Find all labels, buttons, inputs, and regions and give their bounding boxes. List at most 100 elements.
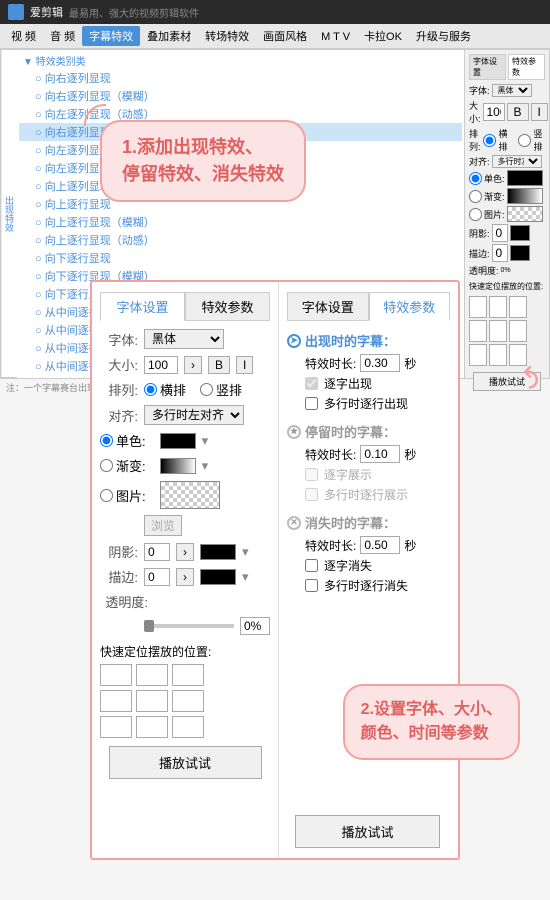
align-sm[interactable]: 多行时左对齐 — [492, 155, 542, 168]
pos-tr[interactable] — [172, 664, 204, 686]
font-select-sm[interactable]: 黑体 — [492, 84, 532, 97]
effect-item[interactable]: 向右逐列显现（模糊） — [19, 87, 462, 105]
pos-tl[interactable] — [100, 664, 132, 686]
callout-2: 2.设置字体、大小、 颜色、时间等参数 — [343, 684, 520, 760]
menu-0[interactable]: 视 频 — [4, 26, 43, 46]
appear-line-checkbox[interactable] — [305, 397, 318, 410]
solid-color-swatch[interactable] — [160, 433, 196, 449]
pos-mr[interactable] — [172, 690, 204, 712]
disappear-char-checkbox[interactable] — [305, 559, 318, 572]
gradient-swatch[interactable] — [160, 458, 196, 474]
color-image-radio[interactable] — [100, 489, 113, 502]
stay-duration-input[interactable] — [360, 445, 400, 463]
right-properties-panel: 字体设置 特效参数 字体:黑体 大小:BI 排列:横排竖排 对齐:多行时左对齐 … — [464, 50, 549, 378]
menu-4[interactable]: 转场特效 — [198, 26, 256, 46]
outline-input[interactable] — [144, 568, 170, 586]
outline-color-swatch[interactable] — [200, 569, 236, 585]
title-bar: 爱剪辑 最易用、强大的视频剪辑软件 — [0, 0, 550, 24]
shadow-input[interactable] — [144, 543, 170, 561]
app-tagline: 最易用、强大的视频剪辑软件 — [69, 5, 199, 20]
image-swatch[interactable] — [160, 481, 220, 509]
appear-icon: ➤ — [287, 334, 301, 348]
grad-swatch-sm[interactable] — [507, 188, 543, 204]
appear-title: 出现时的字幕： — [305, 331, 396, 350]
menu-2[interactable]: 字幕特效 — [82, 26, 140, 46]
bold-button[interactable]: B — [208, 356, 230, 374]
app-logo-icon — [8, 4, 24, 20]
menu-7[interactable]: 卡拉OK — [357, 26, 409, 46]
opacity-slider[interactable] — [144, 624, 234, 628]
size-input-sm[interactable] — [483, 103, 505, 121]
effect-params-column: 字体设置 特效参数 ➤出现时的字幕： 特效时长:秒 逐字出现 多行时逐行出现 ★… — [278, 282, 458, 858]
play-preview-button-right[interactable]: 播放试试 — [295, 815, 440, 848]
arrange-vertical[interactable] — [200, 383, 213, 396]
bold-sm[interactable]: B — [507, 103, 529, 121]
side-tab-1[interactable]: 停留特效 — [0, 50, 2, 378]
shadow-sw-sm[interactable] — [510, 225, 530, 241]
outline-sw-sm[interactable] — [510, 245, 530, 261]
italic-sm[interactable]: I — [531, 103, 548, 121]
menu-3[interactable]: 叠加素材 — [140, 26, 198, 46]
effect-category-tabs: 出现特效停留特效消失特效 — [1, 50, 17, 378]
appear-duration-input[interactable] — [360, 354, 400, 372]
solid-swatch-sm[interactable] — [507, 170, 543, 186]
pos-label-sm: 快速定位摆放的位置: — [469, 281, 545, 292]
pos-tc[interactable] — [136, 664, 168, 686]
italic-button[interactable]: I — [236, 356, 253, 374]
img-swatch-sm[interactable] — [507, 206, 543, 222]
stay-icon: ★ — [287, 425, 301, 439]
pos-ml[interactable] — [100, 690, 132, 712]
size-input[interactable] — [144, 356, 178, 374]
grad-sm[interactable] — [469, 190, 482, 203]
stay-char-checkbox — [305, 468, 318, 481]
solid-sm[interactable] — [469, 172, 482, 185]
tab-effect-params[interactable]: 特效参数 — [185, 292, 270, 321]
tab-font-settings[interactable]: 字体设置 — [100, 292, 185, 321]
arrange-v-sm[interactable] — [518, 134, 531, 147]
opacity-value[interactable] — [240, 617, 270, 635]
arrow-icon: ↶ — [510, 365, 545, 390]
pos-br[interactable] — [172, 716, 204, 738]
tab-effect-params-2[interactable]: 特效参数 — [369, 292, 451, 321]
shadow-color-swatch[interactable] — [200, 544, 236, 560]
font-select[interactable]: 黑体 — [144, 329, 224, 349]
disappear-duration-input[interactable] — [360, 536, 400, 554]
tab-font-settings-sm[interactable]: 字体设置 — [469, 54, 506, 80]
callout-1: 1.添加出现特效、 停留特效、消失特效 — [100, 120, 306, 202]
arrange-horizontal[interactable] — [144, 383, 157, 396]
tab-effect-params-sm[interactable]: 特效参数 — [508, 54, 545, 80]
disappear-title: 消失时的字幕： — [305, 513, 396, 532]
appear-char-checkbox[interactable] — [305, 377, 318, 390]
menu-6[interactable]: M T V — [314, 29, 357, 45]
disappear-icon: ✕ — [287, 516, 301, 530]
effect-group[interactable]: ▼ 特效类别类 — [19, 52, 462, 69]
settings-panel: 字体设置 特效参数 字体:黑体 大小:› BI 排列:横排竖排 对齐:多行时左对… — [90, 280, 460, 860]
size-spinner[interactable]: › — [184, 356, 202, 374]
effect-item[interactable]: 向右逐列显现 — [19, 69, 462, 87]
arrange-h-sm[interactable] — [483, 134, 496, 147]
color-solid-radio[interactable] — [100, 434, 113, 447]
play-preview-button-left[interactable]: 播放试试 — [109, 746, 262, 779]
menu-1[interactable]: 音 频 — [43, 26, 82, 46]
outline-sm[interactable] — [492, 244, 508, 262]
color-gradient-radio[interactable] — [100, 459, 113, 472]
menu-5[interactable]: 画面风格 — [256, 26, 314, 46]
browse-button[interactable]: 浏览 — [144, 515, 182, 536]
disappear-line-checkbox[interactable] — [305, 579, 318, 592]
tab-font-settings-2[interactable]: 字体设置 — [287, 292, 369, 321]
pos-mc[interactable] — [136, 690, 168, 712]
effect-item[interactable]: 向上逐行显现（动感） — [19, 231, 462, 249]
pos-grid-sm — [469, 296, 527, 366]
menu-8[interactable]: 升级与服务 — [409, 26, 478, 46]
effect-item[interactable]: 向下逐行显现 — [19, 249, 462, 267]
pos-bc[interactable] — [136, 716, 168, 738]
effect-item[interactable]: 向上逐行显现（模糊） — [19, 213, 462, 231]
img-sm[interactable] — [469, 208, 482, 221]
pos-bl[interactable] — [100, 716, 132, 738]
shadow-sm[interactable] — [492, 224, 508, 242]
align-select[interactable]: 多行时左对齐 — [144, 405, 244, 425]
side-tab-0[interactable]: 出现特效 — [2, 50, 17, 378]
position-label: 快速定位摆放的位置: — [100, 643, 270, 660]
stay-line-checkbox — [305, 488, 318, 501]
right-tabs: 字体设置 特效参数 — [469, 54, 545, 80]
